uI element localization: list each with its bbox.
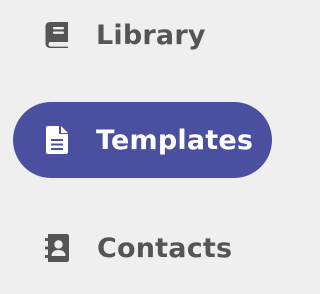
sidebar-item-label: Library <box>96 19 206 51</box>
sidebar-item-library[interactable]: Library <box>44 16 206 54</box>
sidebar-nav: Library Templates Contacts <box>0 0 300 294</box>
document-icon <box>44 126 70 154</box>
book-icon <box>44 21 70 49</box>
sidebar-item-contacts[interactable]: Contacts <box>44 228 232 268</box>
sidebar-item-label: Templates <box>96 124 254 156</box>
contact-book-icon <box>44 234 70 262</box>
sidebar-item-templates[interactable]: Templates <box>13 102 272 178</box>
sidebar-item-label: Contacts <box>97 232 233 264</box>
